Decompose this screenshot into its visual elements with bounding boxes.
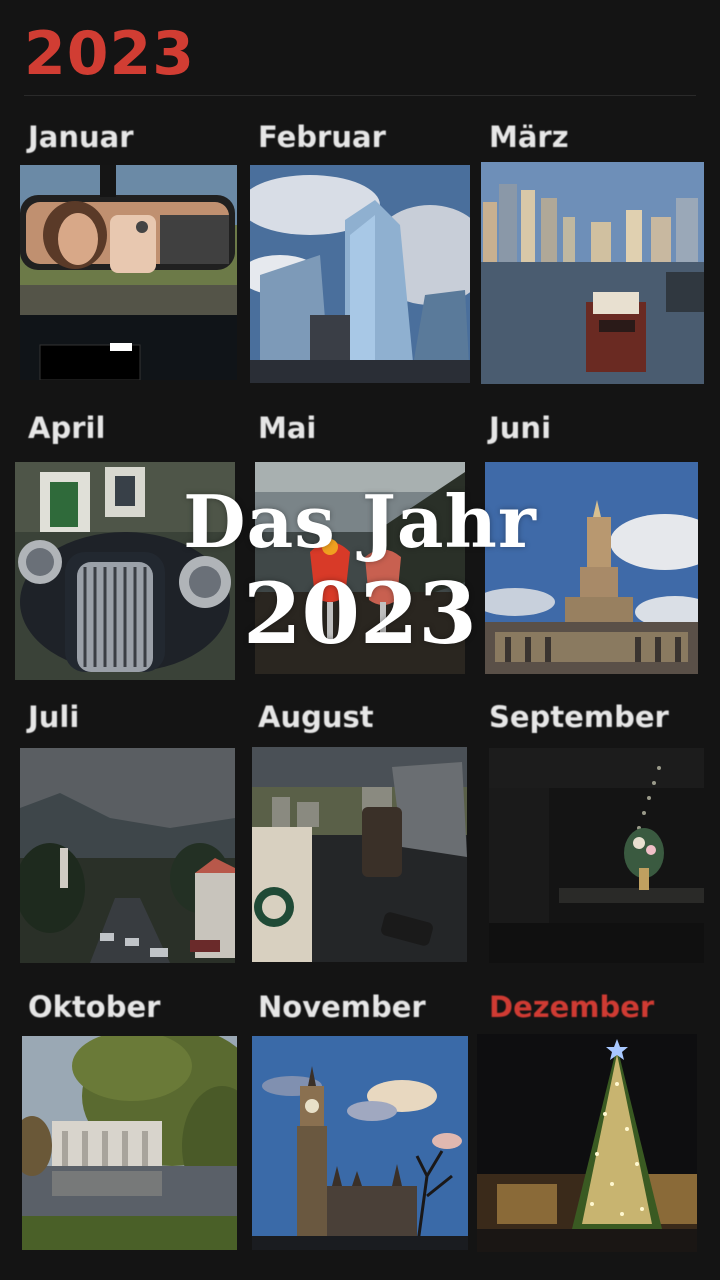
photo-september[interactable] bbox=[489, 748, 704, 963]
photo-juni[interactable] bbox=[485, 462, 698, 674]
month-label-januar: Januar bbox=[28, 120, 134, 154]
month-label-maerz: März bbox=[489, 120, 569, 154]
christmas-tree-image bbox=[477, 1034, 697, 1252]
photo-maerz[interactable] bbox=[481, 162, 704, 384]
month-label-april: April bbox=[28, 411, 106, 445]
photo-februar[interactable] bbox=[250, 165, 470, 383]
year-title: 2023 bbox=[24, 19, 195, 89]
month-label-september: September bbox=[489, 700, 669, 734]
vintage-car-image bbox=[15, 462, 235, 680]
month-label-juni: Juni bbox=[489, 411, 552, 445]
photo-oktober[interactable] bbox=[22, 1036, 237, 1250]
month-label-juli: Juli bbox=[28, 700, 80, 734]
divider bbox=[24, 95, 696, 96]
month-label-november: November bbox=[258, 990, 426, 1024]
lakeside-palace-image bbox=[22, 1036, 237, 1250]
photo-april[interactable] bbox=[15, 462, 235, 680]
month-label-oktober: Oktober bbox=[28, 990, 161, 1024]
photo-dezember[interactable] bbox=[477, 1034, 697, 1252]
cocktails-image bbox=[255, 462, 465, 674]
starbucks-laptop-view-image bbox=[252, 747, 467, 962]
month-label-dezember: Dezember bbox=[489, 990, 655, 1024]
photo-juli[interactable] bbox=[20, 748, 235, 963]
big-ben-image bbox=[252, 1036, 468, 1250]
photo-januar[interactable] bbox=[20, 165, 237, 380]
dark-room-bouquet-image bbox=[489, 748, 704, 963]
dubai-marina-image bbox=[481, 162, 704, 384]
photo-november[interactable] bbox=[252, 1036, 468, 1250]
car-mirror-selfie-image bbox=[20, 165, 237, 380]
palace-of-culture-image bbox=[485, 462, 698, 674]
month-label-august: August bbox=[258, 700, 374, 734]
photo-mai[interactable] bbox=[255, 462, 465, 674]
glass-skyscrapers-image bbox=[250, 165, 470, 383]
photo-august[interactable] bbox=[252, 747, 467, 962]
mountain-town-street-image bbox=[20, 748, 235, 963]
month-label-februar: Februar bbox=[258, 120, 386, 154]
month-label-mai: Mai bbox=[258, 411, 317, 445]
